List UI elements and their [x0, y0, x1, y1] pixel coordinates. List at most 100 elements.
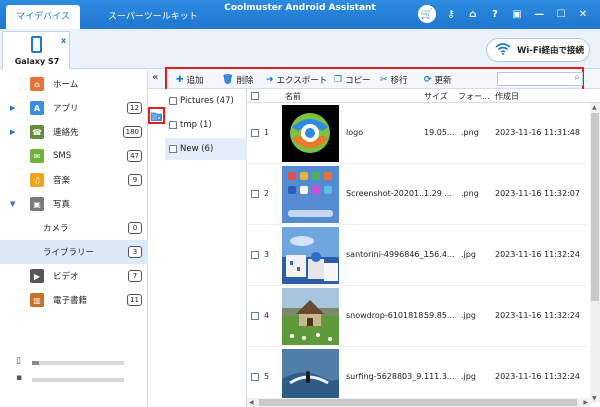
delete-button[interactable]: 🗑 削除 [222, 74, 253, 86]
scroll-up-icon[interactable]: ▲ [592, 104, 597, 111]
row-number: 3 [264, 250, 270, 259]
row-number: 1 [264, 128, 270, 137]
row-checkbox[interactable] [251, 190, 259, 198]
sidebar-item-photos[interactable]: ▼ ▣ 写真 [0, 192, 148, 216]
scrollbar-thumb[interactable] [591, 113, 599, 301]
thumbnail-santorini[interactable] [282, 227, 339, 284]
scroll-down-icon[interactable]: ▼ [592, 395, 597, 402]
sidebar-item-videos[interactable]: ▶ ビデオ 7 [0, 264, 148, 288]
row-number: 5 [264, 372, 270, 381]
thumbnail-snowdrop[interactable] [282, 288, 339, 345]
help-icon[interactable]: ? [484, 4, 506, 24]
sidebar-item-ebooks[interactable]: ▥ 電子書籍 11 [0, 288, 148, 312]
contacts-icon: ☎ [30, 125, 44, 139]
count-badge: 0 [128, 222, 142, 234]
minimize-icon[interactable]: — [528, 4, 550, 24]
album-label: Pictures (47) [180, 96, 234, 106]
feedback-icon[interactable]: ▣ [506, 4, 528, 24]
table-row[interactable]: 2 Screenshot-20201... 1.29 ... .png 2023… [247, 164, 587, 225]
album-checkbox[interactable] [169, 121, 177, 129]
table-row[interactable]: 1 logo 19.05... .png 2023-11-16 11:31:48 [247, 103, 587, 164]
device-tab[interactable]: x Galaxy S7 [2, 31, 70, 69]
music-icon: ♫ [30, 173, 44, 187]
file-size: 1.29 ... [424, 189, 452, 198]
photos-icon: ▣ [30, 197, 44, 211]
file-format: .png [461, 189, 479, 198]
row-checkbox[interactable] [251, 129, 259, 137]
expand-arrow-icon[interactable]: ▶ [10, 128, 15, 136]
row-checkbox[interactable] [251, 373, 259, 381]
copy-button[interactable]: ❐ コピー [334, 74, 371, 86]
table-row[interactable]: 3 santorini-4996846_... 156.4... .jpg 20… [247, 225, 587, 286]
scroll-right-icon[interactable]: ▶ [583, 399, 588, 406]
horizontal-scrollbar[interactable]: ◀ ▶ [247, 398, 590, 407]
select-all-checkbox[interactable] [251, 92, 259, 100]
album-label: New (6) [180, 144, 214, 154]
close-icon[interactable]: ✕ [572, 4, 594, 24]
toolbar: « ✚ 追加 🗑 削除 ➜ エクスポート ❐ コピー ✂ 移行 ⟳ 更新 ⌕ [148, 67, 600, 91]
add-label: 追加 [186, 76, 204, 86]
sidebar-item-apps[interactable]: ▶ A アプリ 12 [0, 96, 148, 120]
column-format[interactable]: フォー... [458, 91, 490, 102]
apps-icon: A [30, 101, 44, 115]
scroll-left-icon[interactable]: ◀ [249, 399, 254, 406]
table-row[interactable]: 4 snowdrop-6101818... 59.85... .jpg 2023… [247, 286, 587, 347]
count-badge: 9 [128, 174, 142, 186]
vertical-scrollbar[interactable]: ▲ ▼ [590, 103, 600, 403]
file-name: surfing-5628803_9... [346, 372, 429, 381]
export-icon: ➜ [266, 75, 274, 85]
sidebar-item-contacts[interactable]: ▶ ☎ 連絡先 180 [0, 120, 148, 144]
sidebar-item-music[interactable]: ♫ 音楽 9 [0, 168, 148, 192]
collapse-arrow-icon[interactable]: ▼ [10, 200, 15, 208]
maximize-icon[interactable]: ☐ [550, 4, 572, 24]
key-icon[interactable]: ⚷ [440, 4, 462, 24]
album-new[interactable]: New (6) [165, 138, 247, 160]
sidebar-item-home[interactable]: ⌂ ホーム [0, 72, 148, 96]
row-checkbox[interactable] [251, 312, 259, 320]
file-name: Screenshot-20201... [346, 189, 427, 198]
file-date: 2023-11-16 11:32:24 [495, 372, 580, 381]
wifi-connect-button[interactable]: Wi-Fi経由で接続 [486, 38, 590, 62]
album-list: Pictures (47) tmp (1) New (6) [165, 89, 247, 407]
trash-icon: 🗑 [222, 75, 234, 85]
count-badge: 47 [127, 150, 142, 162]
thumbnail-logo[interactable] [282, 105, 339, 162]
column-date[interactable]: 作成日 [495, 91, 519, 102]
sidebar-item-library[interactable]: ライブラリー 3 [0, 240, 148, 264]
new-folder-button[interactable] [148, 107, 165, 124]
ebook-icon: ▥ [30, 293, 44, 307]
album-pictures[interactable]: Pictures (47) [165, 90, 247, 112]
sd-card-icon: ▪ [16, 373, 23, 383]
row-number: 4 [264, 311, 270, 320]
count-badge: 180 [122, 126, 142, 138]
device-close-icon[interactable]: x [61, 36, 66, 45]
sidebar-item-label: ライブラリー [43, 248, 95, 258]
delete-label: 削除 [236, 76, 254, 86]
column-size[interactable]: サイズ [424, 91, 448, 102]
export-button[interactable]: ➜ エクスポート [266, 74, 327, 86]
refresh-label: 更新 [434, 76, 452, 86]
sidebar-item-camera[interactable]: カメラ 0 [0, 216, 148, 240]
row-checkbox[interactable] [251, 251, 259, 259]
count-badge: 7 [128, 270, 142, 282]
search-icon[interactable]: ⌕ [574, 72, 580, 83]
sidebar-item-label: ビデオ [53, 272, 79, 282]
add-button[interactable]: ✚ 追加 [176, 74, 204, 86]
album-tmp[interactable]: tmp (1) [165, 114, 247, 136]
search-input[interactable]: ⌕ [497, 72, 583, 86]
refresh-button[interactable]: ⟳ 更新 [424, 74, 452, 86]
column-name[interactable]: 名前 [285, 91, 301, 102]
thumbnail-screenshot[interactable] [282, 166, 339, 223]
sidebar-item-label: アプリ [53, 104, 79, 114]
album-checkbox[interactable] [169, 145, 177, 153]
sidebar-item-sms[interactable]: ✉ SMS 47 [0, 144, 148, 168]
album-checkbox[interactable] [169, 97, 177, 105]
collapse-panel-icon[interactable]: « [152, 72, 158, 83]
move-button[interactable]: ✂ 移行 [380, 74, 408, 86]
cart-icon[interactable]: 🛒 [414, 4, 440, 24]
device-name: Galaxy S7 [14, 57, 60, 66]
video-icon: ▶ [30, 269, 44, 283]
home-icon[interactable]: ⌂ [462, 4, 484, 24]
expand-arrow-icon[interactable]: ▶ [10, 104, 15, 112]
scrollbar-thumb[interactable] [259, 399, 577, 406]
